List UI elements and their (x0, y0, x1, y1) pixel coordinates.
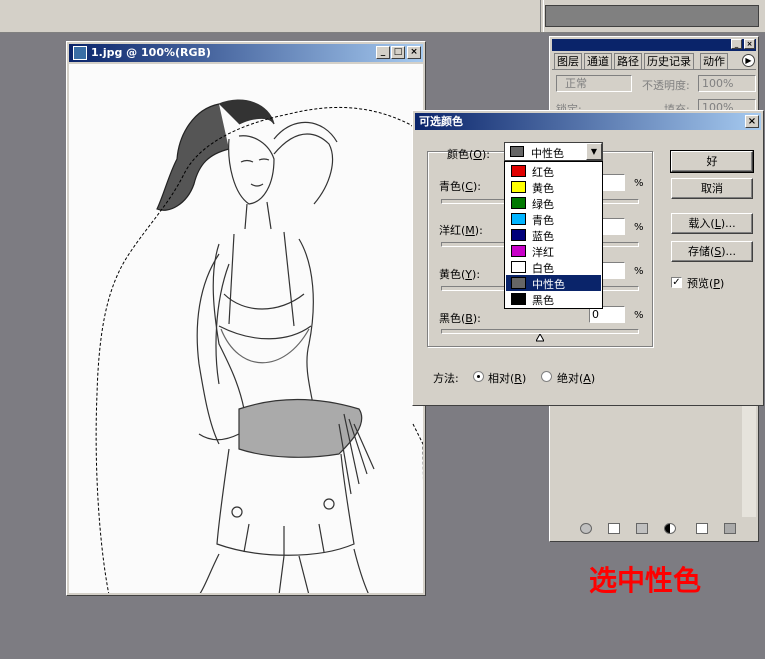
tab-history[interactable]: 历史记录 (644, 53, 694, 69)
document-window: 1.jpg @ 100%(RGB) _ □ × (66, 41, 426, 596)
document-title: 1.jpg @ 100%(RGB) (91, 46, 211, 59)
tab-actions[interactable]: 动作 (700, 53, 728, 69)
ok-button[interactable]: 好 (670, 150, 754, 173)
color-swatch (511, 197, 526, 209)
photoshop-document-icon (73, 46, 87, 60)
selective-color-dialog: 可选颜色 × 颜色(O): 青色(C): % 洋红(M): % 黄色(Y): %… (412, 110, 764, 406)
color-swatch (511, 245, 526, 257)
checkmark-icon: ✓ (672, 277, 681, 288)
tab-paths[interactable]: 路径 (614, 53, 642, 69)
color-swatch (511, 181, 526, 193)
dialog-titlebar[interactable]: 可选颜色 × (415, 113, 761, 130)
load-button[interactable]: 载入(L)... (671, 213, 753, 234)
opacity-label: 不透明度: (642, 79, 690, 92)
tab-channels[interactable]: 通道 (584, 53, 612, 69)
magenta-label: 洋红(M): (439, 224, 483, 237)
selected-color-text: 中性色 (531, 147, 564, 160)
dropdown-item-cyan[interactable]: 青色 (506, 211, 601, 227)
document-titlebar[interactable]: 1.jpg @ 100%(RGB) _ □ × (69, 44, 423, 62)
panel-minimize-button[interactable]: _ (731, 39, 742, 49)
cyan-percent: % (634, 178, 644, 189)
dropdown-item-green[interactable]: 绿色 (506, 195, 601, 211)
layers-panel-footer (552, 519, 756, 539)
dialog-title: 可选颜色 (419, 115, 463, 128)
method-relative-radio[interactable] (473, 371, 484, 382)
options-separator (540, 0, 544, 32)
method-label: 方法: (433, 372, 459, 385)
method-relative-label: 相对(R) (488, 372, 527, 385)
dropdown-item-neutrals[interactable]: 中性色 (506, 275, 601, 291)
cancel-button[interactable]: 取消 (671, 178, 753, 199)
options-bar (0, 0, 765, 33)
trash-icon[interactable] (724, 523, 736, 534)
tab-divider (552, 69, 756, 70)
preview-checkbox[interactable]: ✓ (671, 277, 682, 288)
opacity-input[interactable]: 100% (698, 75, 756, 92)
selected-color-swatch (510, 146, 524, 157)
new-group-icon[interactable] (636, 523, 648, 534)
close-button[interactable]: × (407, 46, 421, 59)
dropdown-item-blue[interactable]: 蓝色 (506, 227, 601, 243)
adjustment-layer-icon[interactable] (664, 523, 676, 534)
layer-style-icon[interactable] (580, 523, 592, 534)
black-slider-thumb-icon[interactable] (535, 332, 545, 342)
yellow-percent: % (634, 266, 644, 277)
cyan-label: 青色(C): (439, 180, 481, 193)
minimize-button[interactable]: _ (376, 46, 390, 59)
preview-label: 预览(P) (687, 277, 725, 290)
color-swatch (511, 165, 526, 177)
maximize-button[interactable]: □ (391, 46, 405, 59)
yellow-label: 黄色(Y): (439, 268, 481, 281)
dialog-close-icon[interactable]: × (745, 115, 759, 128)
method-absolute-radio[interactable] (541, 371, 552, 382)
colors-select[interactable]: 中性色 ▼ (504, 142, 603, 161)
dropdown-item-magenta[interactable]: 洋红 (506, 243, 601, 259)
black-label: 黑色(B): (439, 312, 481, 325)
color-swatch (511, 213, 526, 225)
color-swatch (511, 261, 526, 273)
save-button[interactable]: 存储(S)... (671, 241, 753, 262)
dropdown-item-black[interactable]: 黑色 (506, 291, 601, 307)
color-swatch (511, 293, 526, 305)
black-percent: % (634, 310, 644, 321)
layers-panel-titlebar[interactable]: _ × (552, 39, 756, 51)
dropdown-item-red[interactable]: 红色 (506, 163, 601, 179)
method-absolute-label: 绝对(A) (557, 372, 596, 385)
colors-dropdown-list: 红色 黄色 绿色 青色 蓝色 洋红 白色 中性色 黑色 (504, 161, 603, 309)
chevron-down-icon[interactable]: ▼ (586, 143, 602, 160)
sketch-figure-image (95, 99, 423, 593)
layer-mask-icon[interactable] (608, 523, 620, 534)
blend-mode-select[interactable]: 正常 (556, 75, 632, 92)
image-canvas[interactable] (69, 64, 423, 593)
magenta-percent: % (634, 222, 644, 233)
color-swatch (511, 229, 526, 241)
dropdown-item-white[interactable]: 白色 (506, 259, 601, 275)
palette-well[interactable] (545, 5, 759, 27)
colors-label: 颜色(O): (447, 148, 490, 161)
panel-close-button[interactable]: × (744, 39, 755, 49)
color-swatch (511, 277, 526, 289)
new-layer-icon[interactable] (696, 523, 708, 534)
panel-menu-arrow-icon[interactable]: ▶ (742, 54, 755, 67)
tab-layers[interactable]: 图层 (554, 53, 582, 69)
caption-text: 选中性色 (589, 564, 702, 597)
dropdown-item-yellow[interactable]: 黄色 (506, 179, 601, 195)
